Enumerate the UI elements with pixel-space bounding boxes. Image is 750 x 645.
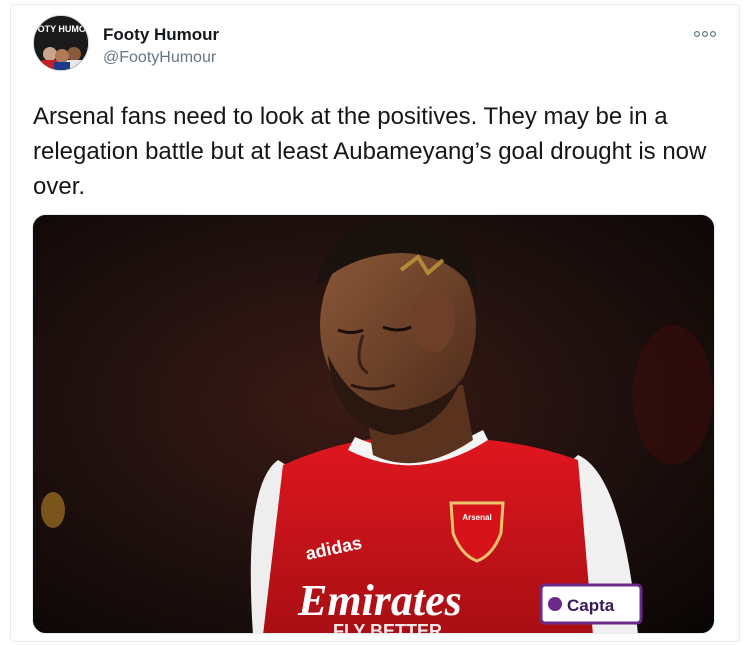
more-options-icon[interactable] [693,27,717,39]
display-name[interactable]: Footy Humour [103,25,219,45]
tweet-photo[interactable]: Arsenal adidas Emirates FLY BETTER Capta [32,214,715,634]
player-photo: Arsenal adidas Emirates FLY BETTER Capta [33,215,714,634]
user-handle[interactable]: @FootyHumour [103,49,216,67]
sponsor-text: Emirates [297,576,462,625]
shirt-lower-text: FLY BETTER [333,621,442,634]
tweet-card[interactable]: FOOTY HUMOUR Footy Humour @FootyHumour A… [10,4,740,642]
captain-band-text: Capta [567,596,615,615]
avatar-logo-text: FOOTY HUMOUR [34,24,89,34]
crest-text: Arsenal [462,513,491,522]
tweet-text: Arsenal fans need to look at the positiv… [33,103,707,200]
profile-avatar[interactable]: FOOTY HUMOUR [33,15,89,71]
avatar-image: FOOTY HUMOUR [34,16,89,70]
